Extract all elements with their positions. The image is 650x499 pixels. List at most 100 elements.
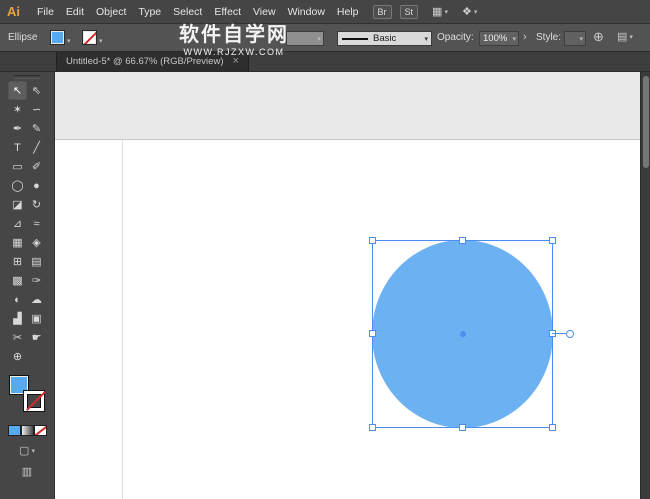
vertical-scrollbar[interactable] xyxy=(640,72,650,499)
chevron-down-icon: ▾ xyxy=(629,34,633,41)
menu-item-window[interactable]: Window xyxy=(282,0,331,24)
magic-wand-tool[interactable]: ✶ xyxy=(8,100,27,119)
menu-bar: Ai File Edit Object Type Select Effect View Win… xyxy=(0,0,650,24)
screen-mode-icon: ▥ xyxy=(21,466,33,478)
menu-item-help[interactable]: Help xyxy=(331,0,365,24)
pasteboard xyxy=(55,72,640,140)
panel-grip[interactable] xyxy=(14,75,40,79)
menu-item-select[interactable]: Select xyxy=(167,0,208,24)
scale-tool[interactable]: ⊿ xyxy=(8,214,27,233)
eyedropper-tool[interactable]: ✑ xyxy=(27,271,46,290)
bridge-button[interactable]: Br xyxy=(372,4,392,19)
symbol-sprayer-tool[interactable]: ☁ xyxy=(27,290,46,309)
tool-grid: ↖ ⇖ ✶ ∽ ✒ ✎ T ╱ ▭ ✐ ◯ ● ◪ ↻ ⊿ ≈ ▦ ◈ ⊞ ▤ ▩ ✑ ◐ ☁ ▟ ▣ ✂ ☛ ⊕ xyxy=(0,81,54,366)
tab-close-icon[interactable]: × xyxy=(232,56,238,67)
menu-item-file[interactable]: File xyxy=(31,0,60,24)
artboard-tool[interactable]: ▣ xyxy=(27,309,46,328)
globe-icon[interactable]: ⊕ xyxy=(593,29,604,45)
artboard-edge xyxy=(122,140,123,499)
selection-handle-bottom-left[interactable] xyxy=(369,424,376,431)
document-tab-title: Untitled-5* @ 66.67% (RGB/Preview) xyxy=(66,56,224,67)
stroke-weight-field[interactable]: ▾ xyxy=(286,31,324,46)
selection-handle-bottom-middle[interactable] xyxy=(458,424,466,431)
none-button[interactable] xyxy=(33,425,47,436)
color-button[interactable] xyxy=(7,425,21,436)
stock-button[interactable]: St xyxy=(399,4,419,19)
chevron-down-icon: ▾ xyxy=(99,38,103,45)
transform-widget-knob[interactable] xyxy=(566,330,574,338)
selection-handle-top-left[interactable] xyxy=(369,237,376,244)
tab-bar: Untitled-5* @ 66.67% (RGB/Preview) × xyxy=(0,52,650,72)
zoom-tool[interactable]: ⊕ xyxy=(8,347,27,366)
fill-color-control[interactable]: ▾ xyxy=(50,30,71,45)
scrollbar-thumb[interactable] xyxy=(643,76,649,168)
workspace-switcher-icon: ❖ xyxy=(461,6,472,18)
menu-items: File Edit Object Type Select Effect View Window… xyxy=(31,0,365,24)
workspace-switcher-button[interactable]: ❖ ▾ xyxy=(462,5,477,18)
lasso-tool[interactable]: ∽ xyxy=(27,100,46,119)
arrange-documents-icon: ▦ xyxy=(432,6,443,18)
transform-widget-line xyxy=(552,333,566,334)
menu-item-type[interactable]: Type xyxy=(132,0,167,24)
brush-definition-value: Basic xyxy=(373,33,397,44)
mesh-tool[interactable]: ▤ xyxy=(27,252,46,271)
opacity-field[interactable]: 100% ▾ xyxy=(479,31,519,46)
type-tool[interactable]: T xyxy=(8,138,27,157)
tools-panel: ↖ ⇖ ✶ ∽ ✒ ✎ T ╱ ▭ ✐ ◯ ● ◪ ↻ ⊿ ≈ ▦ ◈ ⊞ ▤ ▩ ✑ ◐ ☁ ▟ ▣ ✂ ☛ ⊕ ▢ ▾ ▥ xyxy=(0,72,55,499)
pencil-tool[interactable]: ✎ xyxy=(27,119,46,138)
app-logo: Ai xyxy=(7,4,20,19)
style-label: Style: xyxy=(536,32,562,43)
blob-brush-tool[interactable]: ● xyxy=(27,176,46,195)
stroke-indicator-none[interactable] xyxy=(24,391,44,411)
rectangle-tool[interactable]: ▭ xyxy=(8,157,27,176)
blend-tool[interactable]: ◐ xyxy=(8,290,27,309)
selection-handle-top-right[interactable] xyxy=(549,237,556,244)
chevron-down-icon: ▾ xyxy=(579,35,583,43)
chevron-down-icon: ▾ xyxy=(444,8,448,16)
menu-item-object[interactable]: Object xyxy=(90,0,132,24)
shape-builder-tool[interactable]: ◈ xyxy=(27,233,46,252)
selection-handle-top-middle[interactable] xyxy=(458,237,466,244)
arrange-documents-button[interactable]: ▦ ▾ xyxy=(432,5,448,18)
stroke-color-swatch[interactable] xyxy=(82,30,97,45)
hand-tool[interactable]: ☛ xyxy=(27,328,46,347)
pen-tool[interactable]: ✒ xyxy=(8,119,27,138)
menu-item-view[interactable]: View xyxy=(247,0,282,24)
eraser-tool[interactable]: ◪ xyxy=(8,195,27,214)
selection-tool[interactable]: ↖ xyxy=(8,81,27,100)
ellipse-tool[interactable]: ◯ xyxy=(8,176,27,195)
document-setup-button[interactable]: ▤ ▾ xyxy=(617,24,633,51)
line-segment-tool[interactable]: ╱ xyxy=(27,138,46,157)
object-center-point[interactable] xyxy=(459,331,466,337)
menu-item-edit[interactable]: Edit xyxy=(60,0,90,24)
draw-mode-button[interactable]: ▢ ▾ xyxy=(16,444,38,457)
fill-color-swatch[interactable] xyxy=(50,30,65,45)
selection-handle-middle-left[interactable] xyxy=(369,330,376,337)
stroke-color-control[interactable]: ▾ xyxy=(82,30,103,45)
document-tab[interactable]: Untitled-5* @ 66.67% (RGB/Preview) × xyxy=(56,52,249,71)
direct-selection-tool[interactable]: ⇖ xyxy=(27,81,46,100)
slice-tool[interactable]: ✂ xyxy=(8,328,27,347)
document-setup-icon: ▤ xyxy=(617,31,628,43)
screen-mode-button[interactable]: ▥ xyxy=(16,465,38,478)
gradient-button[interactable] xyxy=(20,425,34,436)
perspective-grid-tool[interactable]: ⊞ xyxy=(8,252,27,271)
opacity-panel-arrow[interactable]: › xyxy=(523,24,527,51)
width-tool[interactable]: ≈ xyxy=(27,214,46,233)
gradient-tool[interactable]: ▩ xyxy=(8,271,27,290)
canvas-area[interactable] xyxy=(55,72,640,499)
paintbrush-tool[interactable]: ✐ xyxy=(27,157,46,176)
tool-context-label: Ellipse xyxy=(8,32,38,43)
style-dropdown[interactable]: ▾ xyxy=(564,31,586,46)
fill-stroke-indicator xyxy=(9,375,45,413)
free-transform-tool[interactable]: ▦ xyxy=(8,233,27,252)
menu-item-effect[interactable]: Effect xyxy=(208,0,247,24)
color-mode-buttons xyxy=(0,425,54,436)
rotate-tool[interactable]: ↻ xyxy=(27,195,46,214)
brush-definition-dropdown[interactable]: Basic ▾ xyxy=(337,31,432,46)
chevron-down-icon: ▾ xyxy=(317,35,321,43)
column-graph-tool[interactable]: ▟ xyxy=(8,309,27,328)
selection-handle-bottom-right[interactable] xyxy=(549,424,556,431)
draw-mode-icon: ▢ xyxy=(19,445,30,457)
control-bar: Ellipse ▾ ▾ ▾ Basic ▾ Opacity: 100% ▾ › … xyxy=(0,24,650,52)
